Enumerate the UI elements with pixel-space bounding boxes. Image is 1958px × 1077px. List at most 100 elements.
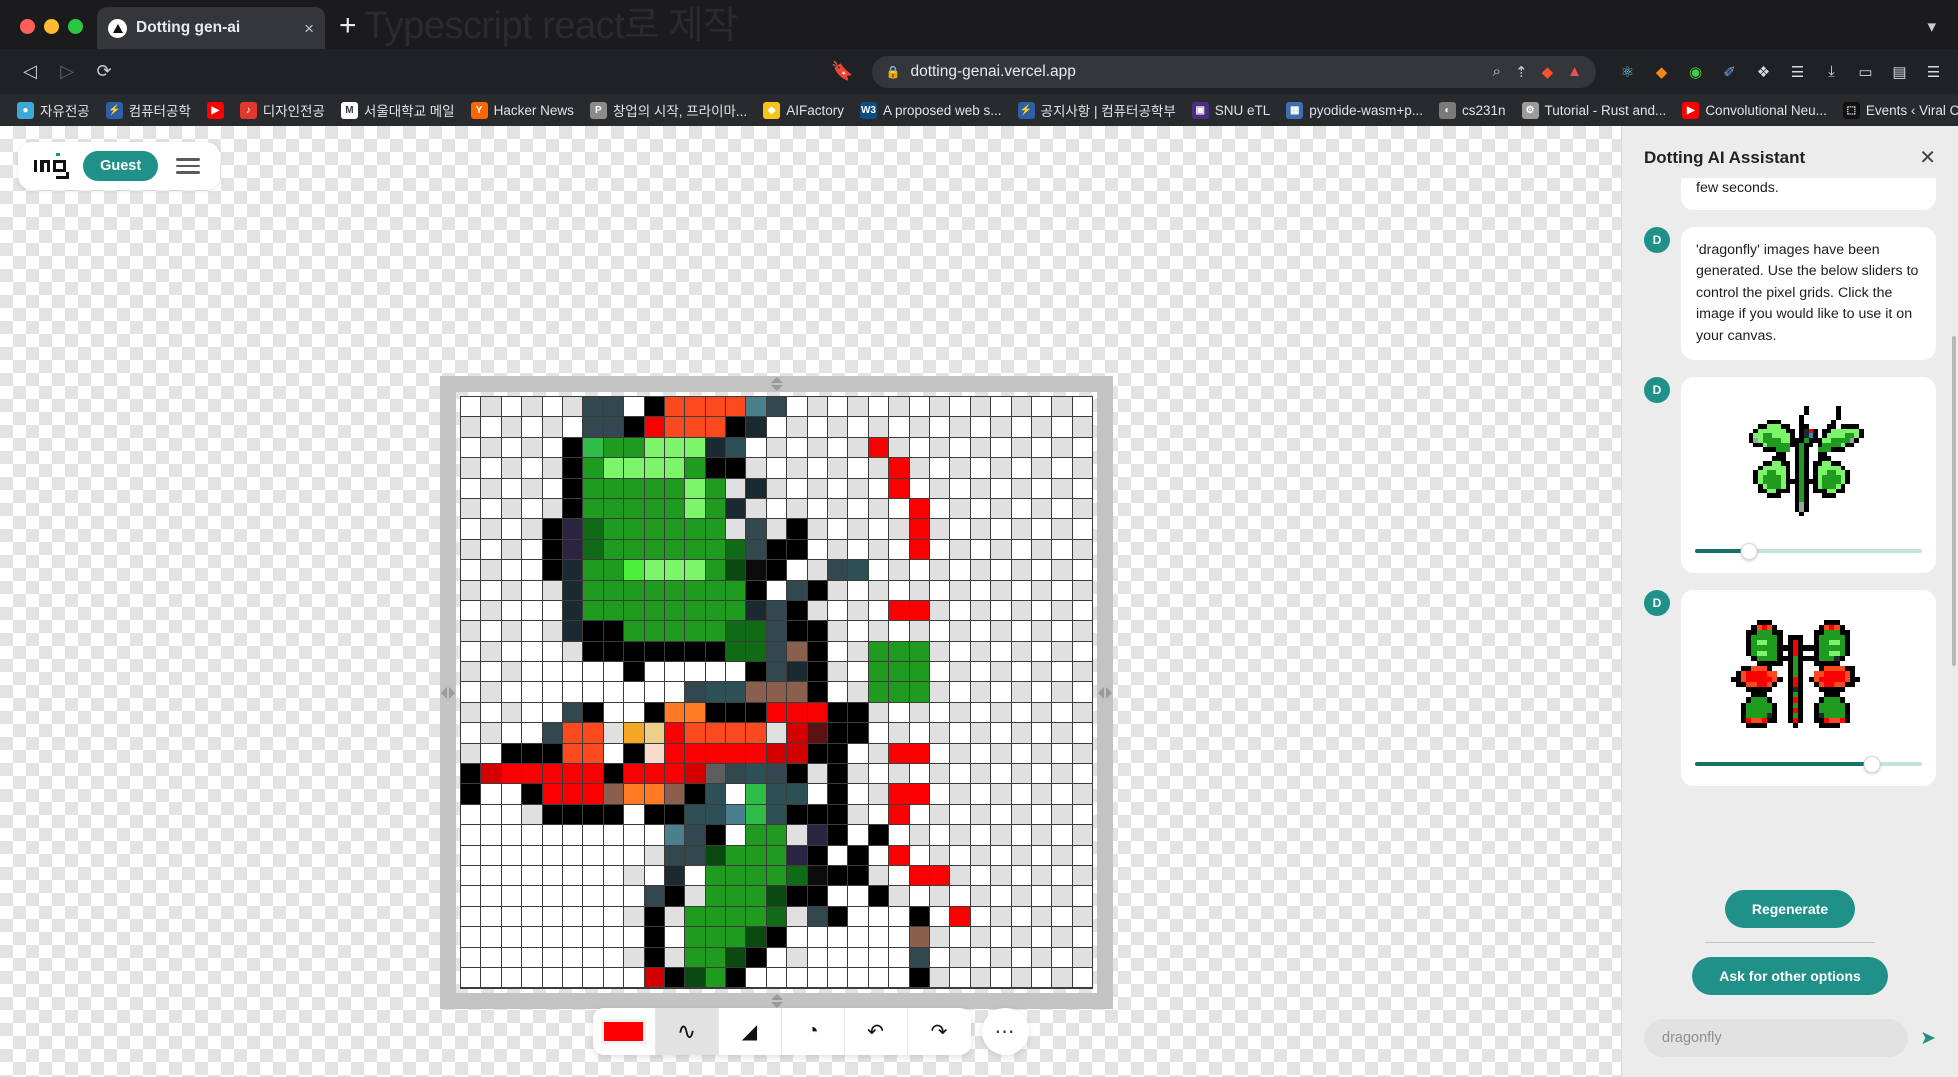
pixel-grid[interactable]: [460, 396, 1093, 988]
pixel-cell[interactable]: [543, 968, 562, 987]
pixel-cell[interactable]: [1073, 846, 1092, 865]
pixel-cell[interactable]: [502, 458, 521, 477]
pixel-cell[interactable]: [767, 601, 786, 620]
pixel-cell[interactable]: [808, 581, 827, 600]
pixel-cell[interactable]: [848, 560, 867, 579]
pixel-cell[interactable]: [767, 621, 786, 640]
pixel-cell[interactable]: [1032, 825, 1051, 844]
pixel-cell[interactable]: [563, 907, 582, 926]
pixel-cell[interactable]: [746, 417, 765, 436]
pixel-cell[interactable]: [930, 519, 949, 538]
pixel-cell[interactable]: [645, 601, 664, 620]
pixel-cell[interactable]: [685, 540, 704, 559]
pixel-cell[interactable]: [950, 846, 969, 865]
bookmark-item[interactable]: ⚙Tutorial - Rust and...: [1515, 99, 1674, 122]
pixel-cell[interactable]: [930, 907, 949, 926]
pixel-cell[interactable]: [991, 397, 1010, 416]
profile-avatar-icon[interactable]: ▲: [1567, 63, 1582, 80]
pixel-cell[interactable]: [522, 764, 541, 783]
pixel-cell[interactable]: [889, 907, 908, 926]
pixel-cell[interactable]: [461, 682, 480, 701]
pixel-cell[interactable]: [950, 703, 969, 722]
pixel-cell[interactable]: [991, 458, 1010, 477]
pixel-cell[interactable]: [910, 846, 929, 865]
pixel-cell[interactable]: [624, 682, 643, 701]
pixel-cell[interactable]: [828, 927, 847, 946]
pixel-cell[interactable]: [481, 479, 500, 498]
pixel-cell[interactable]: [910, 519, 929, 538]
pixel-cell[interactable]: [889, 784, 908, 803]
pixel-cell[interactable]: [502, 601, 521, 620]
pixel-cell[interactable]: [828, 601, 847, 620]
pixel-cell[interactable]: [828, 723, 847, 742]
pixel-cell[interactable]: [767, 519, 786, 538]
pixel-cell[interactable]: [889, 642, 908, 661]
pixel-cell[interactable]: [1052, 846, 1071, 865]
pixel-cell[interactable]: [665, 723, 684, 742]
pixel-cell[interactable]: [645, 581, 664, 600]
pixel-cell[interactable]: [828, 458, 847, 477]
ask-other-options-button[interactable]: Ask for other options: [1692, 957, 1888, 995]
pixel-cell[interactable]: [502, 540, 521, 559]
pixel-cell[interactable]: [726, 784, 745, 803]
pixel-cell[interactable]: [502, 642, 521, 661]
pixel-cell[interactable]: [1073, 438, 1092, 457]
pixel-cell[interactable]: [645, 927, 664, 946]
pixel-cell[interactable]: [1052, 825, 1071, 844]
pixel-cell[interactable]: [848, 886, 867, 905]
pixel-cell[interactable]: [645, 438, 664, 457]
pixel-cell[interactable]: [685, 764, 704, 783]
pixel-cell[interactable]: [706, 723, 725, 742]
pixel-cell[interactable]: [624, 519, 643, 538]
pixel-cell[interactable]: [1052, 438, 1071, 457]
pixel-cell[interactable]: [461, 499, 480, 518]
pixel-cell[interactable]: [930, 642, 949, 661]
pixel-cell[interactable]: [1012, 846, 1031, 865]
pixel-cell[interactable]: [522, 784, 541, 803]
pixel-cell[interactable]: [746, 866, 765, 885]
pixel-cell[interactable]: [1032, 948, 1051, 967]
pixel-cell[interactable]: [869, 581, 888, 600]
pixel-cell[interactable]: [1052, 662, 1071, 681]
pixel-cell[interactable]: [869, 764, 888, 783]
pixel-cell[interactable]: [848, 846, 867, 865]
pixel-cell[interactable]: [991, 682, 1010, 701]
pixel-cell[interactable]: [1052, 703, 1071, 722]
pixel-cell[interactable]: [971, 581, 990, 600]
pixel-cell[interactable]: [706, 866, 725, 885]
pixel-cell[interactable]: [543, 948, 562, 967]
pixel-cell[interactable]: [1032, 479, 1051, 498]
pixel-cell[interactable]: [889, 846, 908, 865]
pixel-cell[interactable]: [461, 479, 480, 498]
pixel-cell[interactable]: [1032, 438, 1051, 457]
pixel-cell[interactable]: [685, 948, 704, 967]
pixel-cell[interactable]: [869, 682, 888, 701]
pixel-cell[interactable]: [950, 825, 969, 844]
pixel-cell[interactable]: [604, 805, 623, 824]
pixel-cell[interactable]: [624, 560, 643, 579]
pixel-cell[interactable]: [726, 723, 745, 742]
pixel-cell[interactable]: [583, 968, 602, 987]
pixel-cell[interactable]: [808, 764, 827, 783]
pixel-cell[interactable]: [1073, 458, 1092, 477]
ai-message-list[interactable]: Dfew seconds.D'dragonfly' images have be…: [1622, 178, 1958, 884]
pixel-cell[interactable]: [1073, 621, 1092, 640]
pixel-cell[interactable]: [767, 866, 786, 885]
pixel-cell[interactable]: [522, 397, 541, 416]
pixel-cell[interactable]: [604, 479, 623, 498]
pixel-cell[interactable]: [869, 417, 888, 436]
pixel-cell[interactable]: [950, 397, 969, 416]
pixel-cell[interactable]: [624, 805, 643, 824]
pixel-cell[interactable]: [563, 805, 582, 824]
pixel-cell[interactable]: [1032, 601, 1051, 620]
pixel-cell[interactable]: [991, 825, 1010, 844]
pixel-cell[interactable]: [869, 744, 888, 763]
browser-menu-icon[interactable]: ☰: [1923, 61, 1944, 82]
pixel-cell[interactable]: [971, 682, 990, 701]
pixel-cell[interactable]: [889, 540, 908, 559]
pixel-cell[interactable]: [706, 682, 725, 701]
pixel-cell[interactable]: [1032, 784, 1051, 803]
wallet-icon[interactable]: ▤: [1889, 61, 1910, 82]
pixel-cell[interactable]: [502, 397, 521, 416]
pixel-cell[interactable]: [787, 519, 806, 538]
